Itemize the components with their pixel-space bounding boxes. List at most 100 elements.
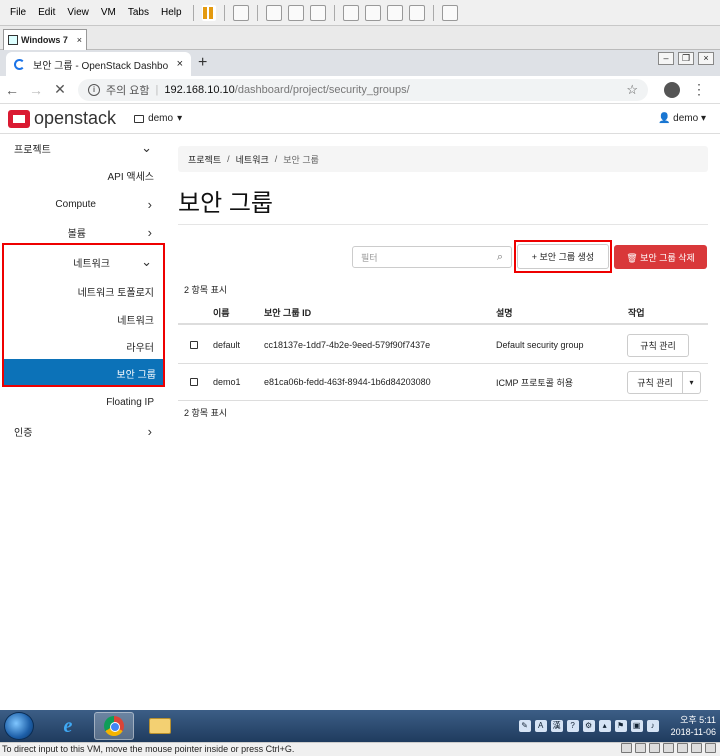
security-status[interactable]: 주의 요함 (106, 82, 150, 98)
minimize-icon[interactable]: – (658, 52, 674, 65)
ime-mode[interactable]: A (534, 720, 547, 732)
column-header-description[interactable]: 설명 (496, 301, 513, 323)
bookmark-star-icon[interactable]: ☆ (626, 82, 638, 98)
breadcrumb-project[interactable]: 프로젝트 (188, 153, 221, 166)
sidebar-item-routers[interactable]: 라우터 (0, 332, 166, 360)
row-checkbox[interactable] (190, 341, 198, 349)
row-actions-caret-icon[interactable]: ▾ (683, 371, 701, 394)
fullscreen-icon[interactable] (386, 4, 403, 21)
row-name[interactable]: demo1 (213, 364, 241, 400)
system-tray: ✎ A 漢 ? ⚙ ▴ ⚑ ▣ ♪ 오후 5:11 2018-11-06 (517, 710, 716, 742)
vm-menu-view[interactable]: View (61, 7, 95, 18)
close-icon[interactable]: × (77, 35, 82, 45)
sidebar-item-volumes[interactable]: 볼륨 › (0, 218, 166, 246)
network-adapter-icon[interactable] (649, 743, 660, 753)
breadcrumb-network[interactable]: 네트워크 (236, 153, 269, 166)
display-icon[interactable] (705, 743, 716, 753)
sound-icon[interactable] (691, 743, 702, 753)
pause-icon[interactable] (201, 4, 216, 21)
openstack-navbar: openstack demo ▾ 👤 demo ▾ (0, 104, 720, 134)
help-icon[interactable]: ? (566, 720, 579, 732)
hdd-icon[interactable] (621, 743, 632, 753)
row-checkbox[interactable] (190, 378, 198, 386)
vm-tab-windows7[interactable]: Windows 7 × (3, 29, 87, 50)
delete-security-group-button[interactable]: 🗑 보안 그룹 삭제 (614, 245, 707, 269)
chevron-down-icon: ⌄ (141, 140, 152, 155)
browser-tab[interactable]: 보안 그룹 - OpenStack Dashbo × (6, 52, 191, 76)
info-icon[interactable]: i (88, 83, 100, 96)
close-icon[interactable]: × (177, 58, 183, 70)
sidebar-view-icon[interactable] (342, 4, 359, 21)
sidebar-item-compute[interactable]: Compute › (0, 190, 166, 218)
sidebar-item-network[interactable]: 네트워크 ⌄ (0, 248, 166, 276)
openstack-logo[interactable]: openstack (8, 108, 116, 129)
create-security-group-button[interactable]: + 보안 그룹 생성 (517, 244, 609, 269)
restore-icon[interactable]: ❐ (678, 52, 694, 65)
toolbar-separator (432, 4, 434, 21)
vm-menu-edit[interactable]: Edit (32, 7, 61, 18)
printer-icon[interactable] (677, 743, 688, 753)
sidebar-item-project[interactable]: 프로젝트 ⌄ (0, 134, 166, 162)
cd-icon[interactable] (635, 743, 646, 753)
action-center-icon[interactable]: ⚑ (614, 720, 627, 732)
manage-rules-button[interactable]: 규칙 관리 (627, 371, 683, 394)
chevron-right-icon: › (147, 196, 152, 212)
volume-icon[interactable]: ♪ (646, 720, 659, 732)
windows-taskbar: e ✎ A 漢 ? ⚙ ▴ ⚑ ▣ ♪ 오후 5:11 2018-11-06 (0, 710, 720, 742)
close-window-icon[interactable]: × (698, 52, 714, 65)
console-view-icon[interactable] (441, 4, 458, 21)
user-dropdown[interactable]: 👤 demo ▾ (658, 113, 706, 124)
taskbar-internet-explorer[interactable]: e (48, 712, 88, 740)
sidebar-item-identity[interactable]: 인증 › (0, 417, 166, 445)
row-description: Default security group (496, 340, 584, 350)
unity-icon[interactable] (408, 4, 425, 21)
table-row: demo1 e81ca06b-fedd-463f-8944-1b6d842030… (178, 364, 708, 401)
vm-menu-file[interactable]: File (4, 7, 32, 18)
sidebar-item-networks[interactable]: 네트워크 (0, 305, 166, 333)
row-name[interactable]: default (213, 327, 240, 363)
vm-menu-tabs[interactable]: Tabs (122, 7, 155, 18)
column-header-id[interactable]: 보안 그룹 ID (264, 301, 311, 323)
start-button[interactable] (4, 712, 34, 740)
tray-expand-icon[interactable]: ▴ (598, 720, 611, 732)
sidebar-item-floating-ip[interactable]: Floating IP (0, 388, 166, 416)
sidebar-item-label: Floating IP (106, 396, 154, 408)
settings-icon[interactable]: ⚙ (582, 720, 595, 732)
taskbar-explorer[interactable] (140, 712, 180, 740)
filter-input[interactable]: 필터 ⌕ (352, 246, 512, 268)
thumbnail-view-icon[interactable] (364, 4, 381, 21)
stop-icon[interactable]: ✕ (48, 81, 72, 98)
back-icon[interactable]: ← (0, 82, 24, 98)
sidebar-item-network-topology[interactable]: 네트워크 토폴로지 (0, 277, 166, 305)
snapshot-icon[interactable] (265, 4, 282, 21)
snapshot-manager-icon[interactable] (309, 4, 326, 21)
network-icon[interactable]: ▣ (630, 720, 643, 732)
vm-menu-vm[interactable]: VM (95, 7, 122, 18)
project-box-icon (134, 114, 145, 123)
usb-icon[interactable] (663, 743, 674, 753)
caret-down-icon: ▾ (177, 113, 183, 124)
omnibox[interactable]: i 주의 요함 | 192.168.10.10/dashboard/projec… (78, 78, 648, 101)
sidebar-item-api-access[interactable]: API 액세스 (0, 161, 166, 189)
breadcrumb: 프로젝트 / 네트워크 / 보안 그룹 (178, 146, 708, 172)
sidebar-item-security-groups[interactable]: 보안 그룹 (3, 359, 165, 387)
url-text[interactable]: 192.168.10.10/dashboard/project/security… (164, 84, 409, 96)
column-header-name[interactable]: 이름 (213, 301, 230, 323)
new-tab-icon[interactable]: + (198, 54, 207, 72)
clock[interactable]: 오후 5:11 2018-11-06 (671, 714, 716, 738)
project-dropdown[interactable]: demo ▾ (134, 113, 182, 124)
send-keys-icon[interactable] (232, 4, 249, 21)
revert-snapshot-icon[interactable] (287, 4, 304, 21)
search-icon[interactable]: ⌕ (497, 251, 503, 264)
row-description: ICMP 프로토콜 허용 (496, 377, 574, 388)
browser-tab-strip: 보안 그룹 - OpenStack Dashbo × + – ❐ × (0, 50, 720, 76)
manage-rules-button[interactable]: 규칙 관리 (627, 334, 689, 357)
toolbar-separator (192, 4, 194, 21)
profile-avatar-icon[interactable] (664, 81, 680, 98)
hanja-icon[interactable]: 漢 (550, 720, 563, 732)
menu-kebab-icon[interactable]: ⋮ (692, 81, 706, 98)
vm-menu-help[interactable]: Help (155, 7, 188, 18)
taskbar-chrome[interactable] (94, 712, 134, 740)
forward-icon[interactable]: → (24, 82, 48, 98)
ime-icon[interactable]: ✎ (518, 720, 531, 732)
